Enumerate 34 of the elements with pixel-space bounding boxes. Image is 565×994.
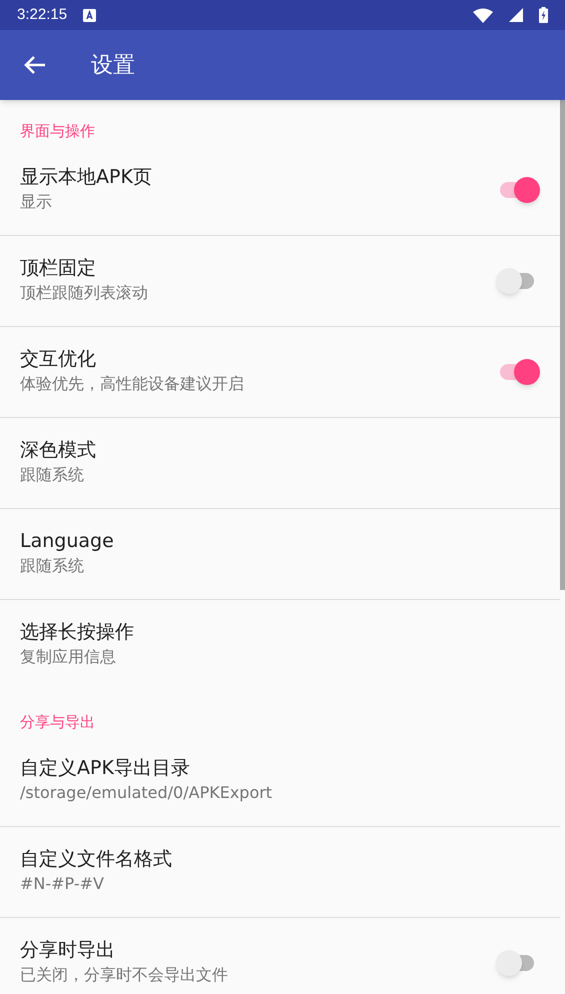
settings-row[interactable]: 选择长按操作 复制应用信息 <box>0 600 560 691</box>
battery-icon <box>539 7 548 23</box>
setting-title: 选择长按操作 <box>20 620 135 645</box>
setting-title: 分享时导出 <box>20 938 116 963</box>
setting-summary: 显示 <box>20 191 53 213</box>
setting-summary: #N-#P-#V <box>20 873 105 895</box>
setting-summary: 跟随系统 <box>20 464 85 486</box>
status-time: 3:22:15 <box>17 4 68 25</box>
setting-title: 自定义文件名格式 <box>20 847 173 872</box>
section-header: 分享与导出 <box>20 712 95 733</box>
settings-row[interactable]: 交互优化 体验优先，高性能设备建议开启 <box>0 327 560 418</box>
settings-row[interactable]: 分享时导出 已关闭，分享时不会导出文件 <box>0 918 560 994</box>
setting-title: 深色模式 <box>20 438 97 463</box>
wifi-icon <box>473 8 493 22</box>
settings-row[interactable]: 顶栏固定 顶栏跟随列表滚动 <box>0 236 560 327</box>
setting-summary: 体验优先，高性能设备建议开启 <box>20 373 245 395</box>
setting-summary: 顶栏跟随列表滚动 <box>20 282 149 304</box>
back-arrow-icon <box>24 55 46 75</box>
screen-title: 设置 <box>91 52 135 80</box>
settings-row[interactable]: 自定义文件名格式 #N-#P-#V <box>0 827 560 918</box>
setting-title: 自定义APK导出目录 <box>20 756 191 781</box>
signal-icon <box>509 8 523 22</box>
setting-summary: /storage/emulated/0/APKExport <box>20 782 274 804</box>
setting-title: 顶栏固定 <box>20 256 97 281</box>
setting-summary: 跟随系统 <box>20 555 85 577</box>
setting-summary: 已关闭，分享时不会导出文件 <box>20 964 229 986</box>
settings-row[interactable]: 自定义APK导出目录 /storage/emulated/0/APKExport <box>0 736 560 827</box>
notification-icon <box>83 8 96 22</box>
setting-summary: 复制应用信息 <box>20 646 117 668</box>
setting-title: Language <box>20 529 115 554</box>
setting-title: 交互优化 <box>20 347 97 372</box>
settings-row[interactable]: 显示本地APK页 显示 <box>0 145 560 236</box>
setting-title: 显示本地APK页 <box>20 165 153 190</box>
section-header: 界面与操作 <box>20 121 95 142</box>
